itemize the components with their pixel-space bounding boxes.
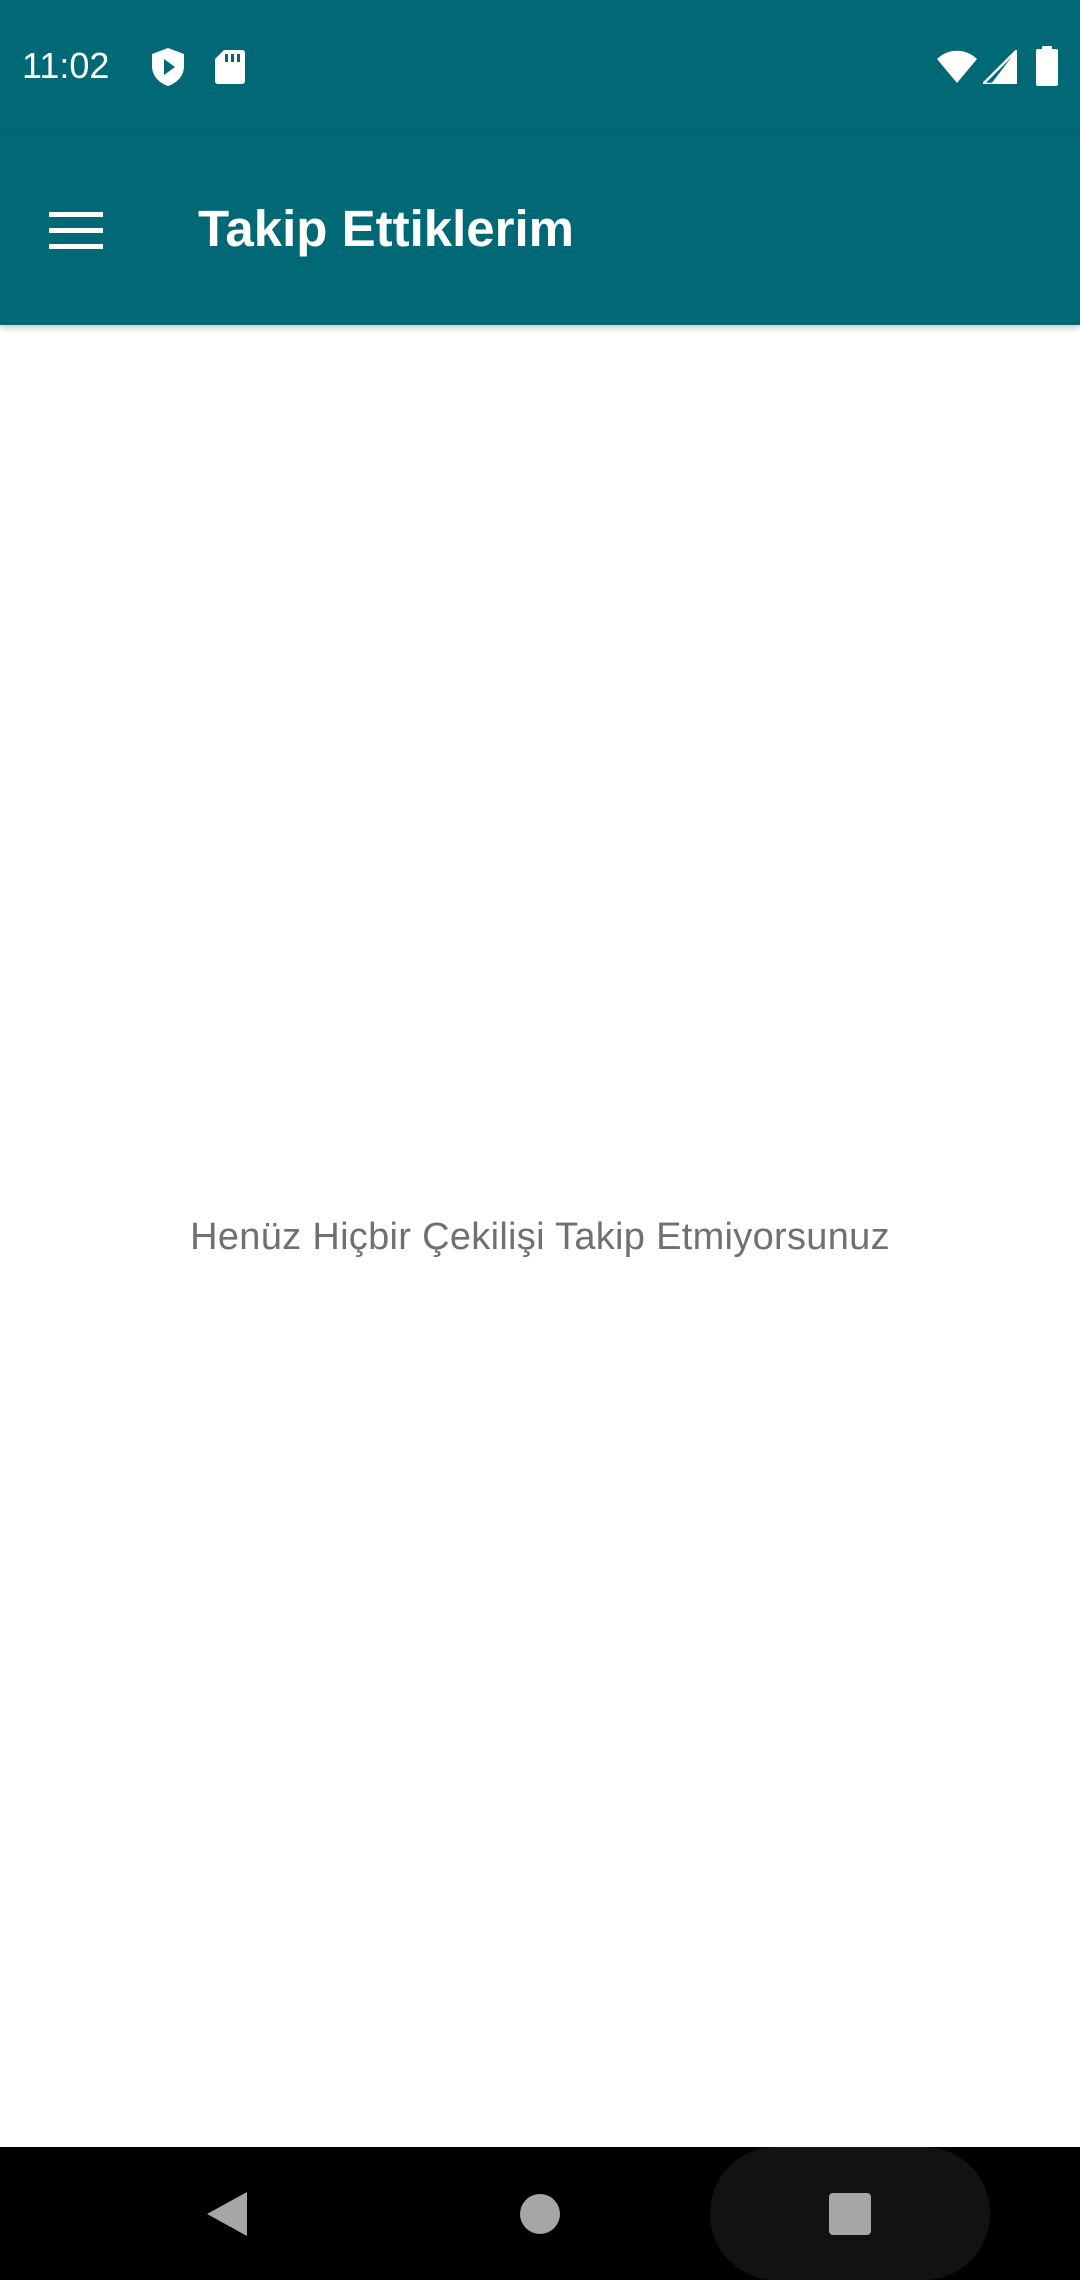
app-bar: Takip Ettiklerim bbox=[0, 135, 1080, 325]
home-button[interactable] bbox=[470, 2147, 610, 2280]
back-icon bbox=[207, 2191, 247, 2236]
menu-button[interactable] bbox=[28, 193, 124, 269]
hamburger-menu-icon bbox=[49, 212, 103, 249]
sd-card-icon bbox=[215, 50, 245, 84]
status-bar: 11:02 bbox=[0, 0, 1080, 135]
back-button[interactable] bbox=[157, 2147, 297, 2280]
shield-play-icon bbox=[152, 48, 184, 86]
empty-state-message: Henüz Hiçbir Çekilişi Takip Etmiyorsunuz bbox=[190, 1216, 890, 1258]
status-time: 11:02 bbox=[22, 45, 110, 86]
screen: 11:02 Takip Ettiklerim Henüz Hiçbir Çeki… bbox=[0, 0, 1080, 2280]
recents-button[interactable] bbox=[780, 2147, 920, 2280]
page-title: Takip Ettiklerim bbox=[198, 200, 575, 257]
battery-icon bbox=[1036, 46, 1058, 86]
wifi-icon bbox=[937, 50, 977, 83]
navigation-bar bbox=[0, 2147, 1080, 2280]
main-content: Henüz Hiçbir Çekilişi Takip Etmiyorsunuz bbox=[0, 325, 1080, 2147]
recents-icon bbox=[829, 2192, 871, 2235]
home-icon bbox=[520, 2193, 560, 2234]
cell-signal-icon bbox=[983, 50, 1017, 84]
